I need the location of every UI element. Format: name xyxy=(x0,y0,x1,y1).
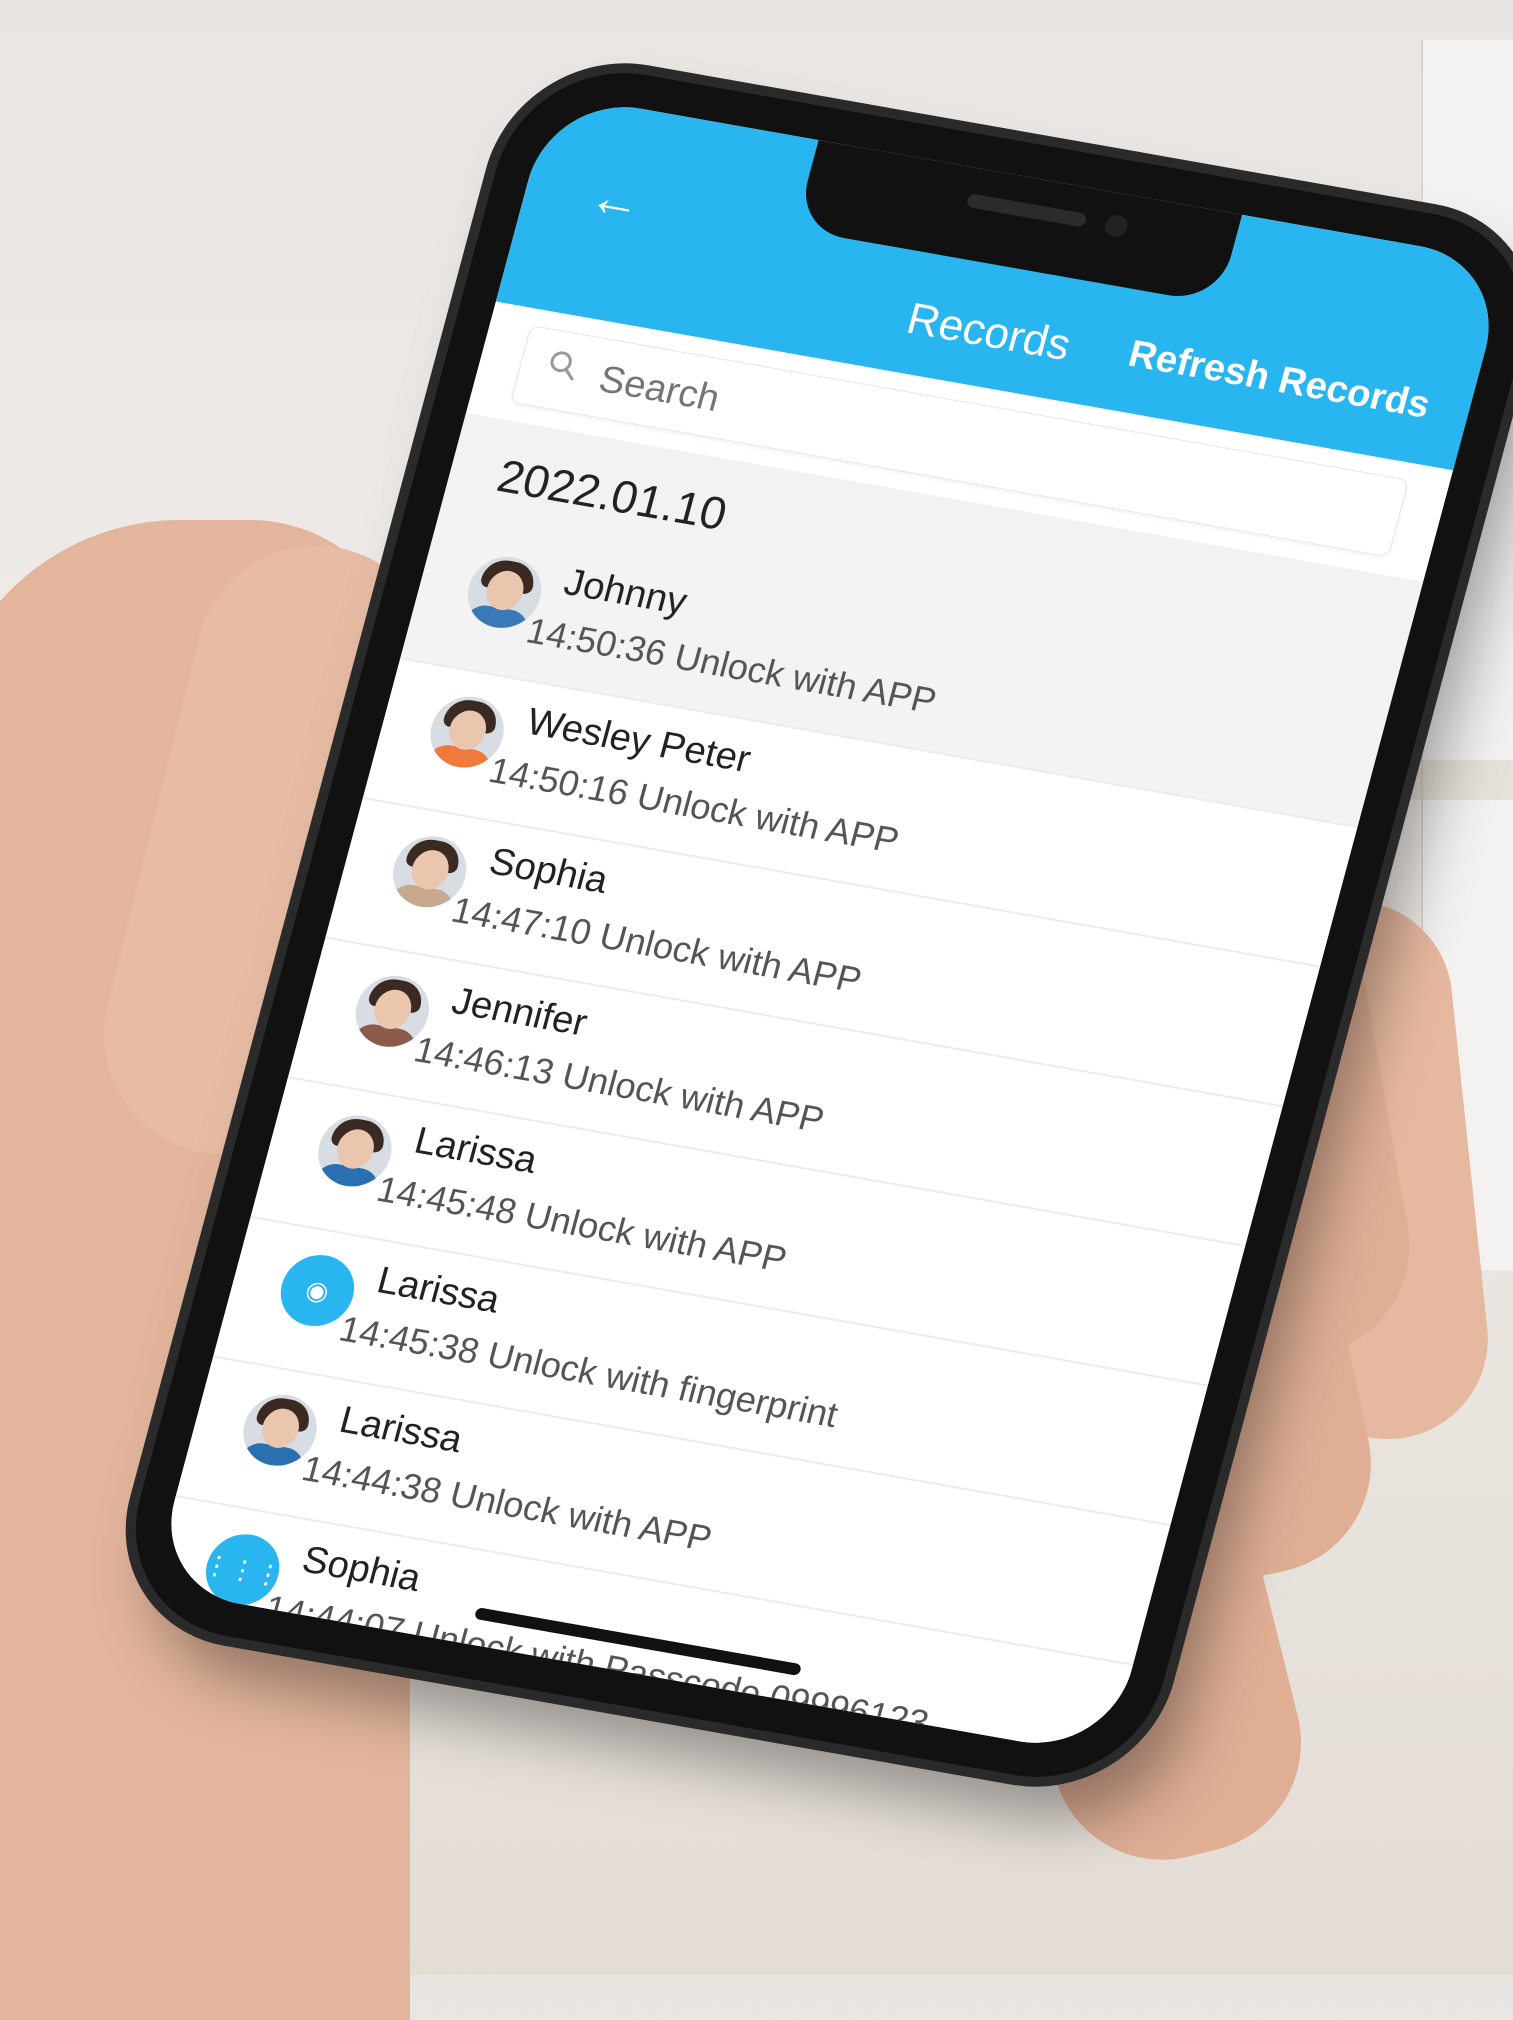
record-name: Larissa xyxy=(410,1119,542,1182)
record-name: Larissa xyxy=(335,1399,467,1462)
record-name: Sophia xyxy=(297,1538,426,1601)
speaker-grille xyxy=(965,193,1088,228)
arrow-left-icon[interactable]: ← xyxy=(583,167,653,232)
search-icon xyxy=(550,351,574,381)
record-name: Jennifer xyxy=(447,980,592,1045)
refresh-records-button[interactable]: Refresh Records xyxy=(1124,333,1434,428)
record-name: Larissa xyxy=(372,1259,505,1322)
record-name: Johnny xyxy=(559,561,692,624)
date-label: 2022.01.10 xyxy=(492,449,733,540)
front-camera xyxy=(1102,213,1130,239)
record-name: Sophia xyxy=(484,840,613,902)
